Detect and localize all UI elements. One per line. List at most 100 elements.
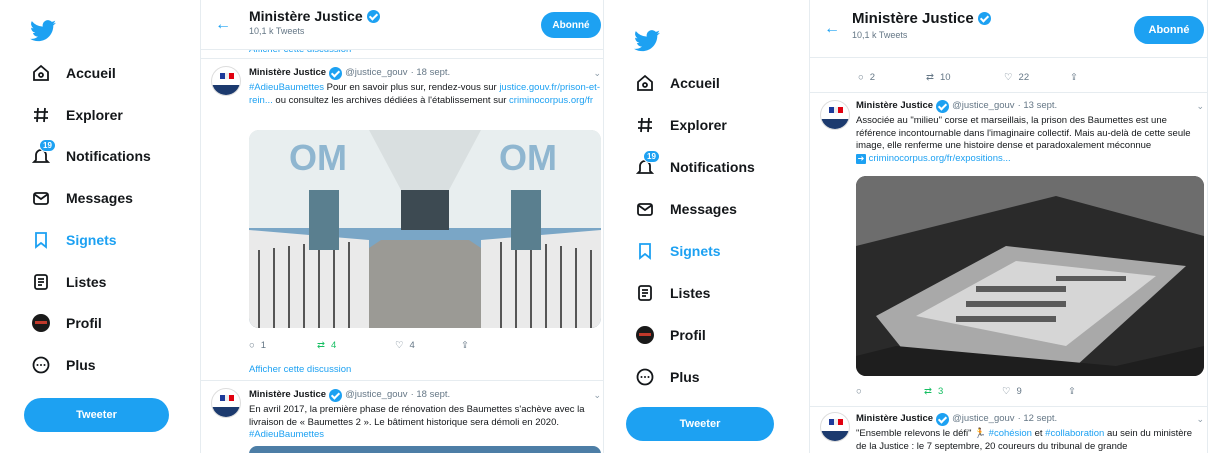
avatar[interactable] (820, 100, 850, 130)
tweet-handle[interactable]: @justice_gouv (952, 413, 1014, 426)
chevron-down-icon[interactable]: ⌄ (1196, 100, 1204, 113)
reply-icon: ○ (249, 340, 255, 351)
retweet-count: 4 (330, 340, 337, 351)
tweet-photo[interactable] (856, 176, 1204, 376)
divider (810, 92, 1207, 93)
tweet-author[interactable]: Ministère Justice (249, 67, 326, 80)
tweet-actions: ○ 1 ⇄ 4 ♡ 4 ⇪ (249, 340, 509, 351)
share-icon: ⇪ (1070, 72, 1078, 83)
nav-item-listes[interactable]: Listes (30, 271, 106, 293)
tweet-date[interactable]: · 12 sept. (1018, 413, 1058, 426)
nav-item-explorer[interactable]: Explorer (30, 104, 123, 126)
runner-emoji-icon: 🏃 (974, 428, 987, 439)
hashtag-link[interactable]: #AdieuBaumettes (249, 82, 324, 93)
nav-item-messages[interactable]: Messages (30, 187, 133, 209)
verified-badge-icon (366, 9, 380, 23)
tweet-date[interactable]: · 13 sept. (1018, 100, 1058, 113)
avatar[interactable] (211, 388, 241, 418)
tweet-photo[interactable] (249, 446, 601, 453)
tweet-date[interactable]: · 18 sept. (411, 389, 451, 402)
retweet-button[interactable]: ⇄ 10 (926, 72, 1004, 83)
chevron-down-icon[interactable]: ⌄ (1196, 413, 1204, 426)
share-icon: ⇪ (1068, 386, 1076, 397)
nav-item-signets[interactable]: Signets (634, 240, 721, 262)
hashtag-link[interactable]: #AdieuBaumettes (249, 429, 324, 440)
hashtag-link[interactable]: #cohésion (989, 428, 1032, 439)
verified-badge-icon (977, 12, 991, 25)
share-button[interactable]: ⇪ (1068, 386, 1076, 397)
following-button[interactable]: Abonné (1134, 16, 1204, 44)
reply-button[interactable]: ○ 2 (858, 72, 926, 83)
nav-item-plus[interactable]: Plus (30, 354, 96, 376)
chevron-down-icon[interactable]: ⌄ (593, 67, 601, 80)
nav-item-label: Listes (66, 273, 107, 290)
nav-item-accueil[interactable]: Accueil (634, 72, 720, 94)
nav-item-accueil[interactable]: Accueil (30, 62, 116, 84)
nav-item-label: Profil (66, 315, 102, 332)
like-button[interactable]: ♡ 22 (1004, 72, 1070, 83)
share-button[interactable]: ⇪ (461, 340, 469, 351)
timeline: ← Ministère Justice 10,1 k Tweets Abonné… (200, 0, 604, 453)
heart-icon: ♡ (1002, 386, 1011, 397)
nav-item-profil[interactable]: Profil (30, 312, 102, 334)
tweet[interactable]: Ministère Justice @justice_gouv · 12 sept.… (856, 413, 1204, 453)
heart-icon: ♡ (1004, 72, 1013, 83)
url-link[interactable]: criminocorpus.org/fr (509, 95, 593, 106)
share-button[interactable]: ⇪ (1070, 72, 1078, 83)
twitter-logo-icon[interactable] (30, 20, 56, 42)
svg-text:OM: OM (289, 137, 347, 178)
bell-icon: 19 (634, 150, 660, 178)
nav-item-label: Signets (66, 231, 117, 248)
show-thread-link[interactable]: Afficher cette discussion (249, 364, 351, 375)
tweet-count: 10,1 k Tweets (249, 26, 305, 36)
like-button[interactable]: ♡ 4 (395, 340, 461, 351)
like-button[interactable]: ♡ 9 (1002, 386, 1068, 397)
tweet-handle[interactable]: @justice_gouv (345, 67, 407, 80)
nav-item-notifications[interactable]: 19 Notifications (634, 150, 755, 178)
retweet-button[interactable]: ⇄ 4 (317, 340, 395, 351)
retweet-button[interactable]: ⇄ 3 (924, 386, 1002, 397)
tweet[interactable]: Ministère Justice @justice_gouv · 18 sept.… (249, 67, 601, 107)
right-arrow-box-icon: ➜ (856, 153, 866, 164)
nav-item-listes[interactable]: Listes (634, 282, 710, 304)
tweet-text-part: En avril 2017, la première phase de réno… (249, 404, 585, 428)
avatar[interactable] (820, 412, 850, 442)
back-arrow-icon[interactable]: ← (215, 16, 231, 34)
tweet-button[interactable]: Tweeter (24, 398, 169, 432)
reply-button[interactable]: ○ 1 (249, 340, 317, 351)
profile-avatar-icon (30, 312, 52, 334)
tweet[interactable]: Ministère Justice @justice_gouv · 13 sept.… (856, 100, 1204, 165)
twitter-logo-icon[interactable] (634, 30, 660, 52)
right-sidebar: Accueil Explorer 19 Notifications Messages Si… (604, 0, 814, 453)
nav-item-signets[interactable]: Signets (30, 229, 117, 251)
hashtag-link[interactable]: #collaboration (1045, 428, 1104, 439)
tweet[interactable]: Ministère Justice @justice_gouv · 18 sept.… (249, 389, 601, 442)
tweet-author[interactable]: Ministère Justice (249, 389, 326, 402)
url-link[interactable]: criminocorpus.org/fr/expositions... (869, 153, 1011, 164)
nav-item-explorer[interactable]: Explorer (634, 114, 727, 136)
tweet-author[interactable]: Ministère Justice (856, 413, 933, 426)
back-arrow-icon[interactable]: ← (824, 20, 840, 38)
tweet-text-part: Associée au "milieu" corse et marseillai… (856, 115, 1191, 151)
tweet-photo[interactable]: OM OM (249, 130, 601, 328)
nav-item-messages[interactable]: Messages (634, 198, 737, 220)
tweet-handle[interactable]: @justice_gouv (952, 100, 1014, 113)
retweet-icon: ⇄ (924, 386, 932, 397)
verified-badge-icon (329, 67, 343, 80)
nav-item-label: Notifications (66, 148, 151, 165)
tweet-handle[interactable]: @justice_gouv (345, 389, 407, 402)
like-count: 22 (1018, 72, 1030, 83)
chevron-down-icon[interactable]: ⌄ (593, 389, 601, 402)
nav-item-profil[interactable]: Profil (634, 324, 706, 346)
following-button[interactable]: Abonné (541, 12, 601, 38)
nav-item-notifications[interactable]: 19 Notifications (30, 139, 151, 167)
profile-header: ← Ministère Justice 10,1 k Tweets Abonné (810, 0, 1207, 58)
mail-icon (30, 187, 52, 209)
heart-icon: ♡ (395, 340, 404, 351)
tweet-date[interactable]: · 18 sept. (411, 67, 451, 80)
tweet-author[interactable]: Ministère Justice (856, 100, 933, 113)
reply-button[interactable]: ○ (856, 386, 924, 397)
nav-item-plus[interactable]: Plus (634, 366, 700, 388)
avatar[interactable] (211, 66, 241, 96)
tweet-button[interactable]: Tweeter (626, 407, 774, 441)
